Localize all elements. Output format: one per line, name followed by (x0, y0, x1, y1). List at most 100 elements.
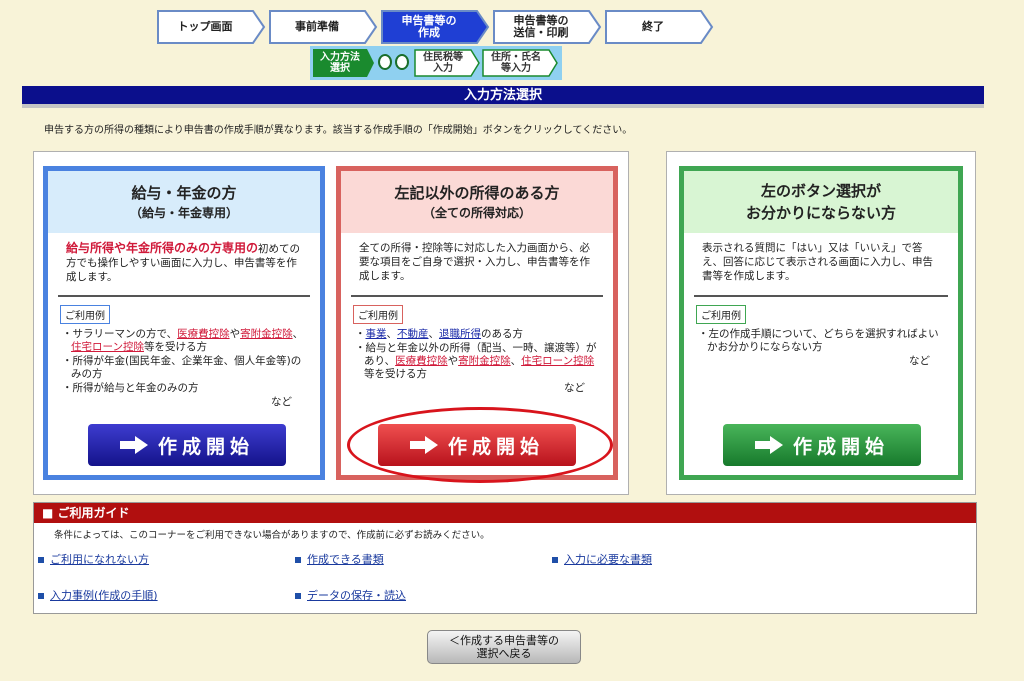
arrow-right-icon (754, 436, 783, 454)
list-text: 左の作成手順について、どちらを選択すればよいかお分かりにならない方 (707, 328, 939, 353)
step-label: 申告書等の 作成 (401, 14, 457, 39)
list-text: 、 (428, 328, 440, 340)
housing-loan-deduction-link[interactable]: 住宅ローン控除 (521, 355, 594, 367)
substep-address: 住所・氏名 等入力 (482, 49, 558, 77)
list-text: 、 (386, 328, 398, 340)
retirement-income-link[interactable]: 退職所得 (439, 328, 481, 340)
list-item: ・事業、不動産、退職所得のある方 (355, 328, 523, 340)
guide-link-item: 入力に必要な書類 (552, 551, 652, 567)
step-label: 終了 (642, 20, 664, 33)
card-subtitle: （給与・年金専用） (129, 206, 238, 220)
divider (351, 295, 603, 297)
arrow-right-icon (119, 436, 148, 454)
substep-label: 住民税等 入力 (423, 52, 463, 74)
bullet-square-icon (295, 593, 301, 599)
bullet-square-icon (552, 557, 558, 563)
button-label: 作成開始 (792, 435, 889, 458)
donation-deduction-link[interactable]: 寄附金控除 (240, 328, 293, 340)
list-text: 等を受ける方 (364, 368, 427, 380)
guide-link-item: 作成できる書類 (295, 551, 384, 567)
card-title: 左のボタン選択が (760, 182, 881, 200)
guide-link-required-docs[interactable]: 入力に必要な書類 (564, 553, 652, 566)
instruction-text: 申告する方の所得の種類により申告書の作成手順が異なります。該当する作成手順の「作… (44, 125, 633, 136)
list-text: 等を受ける方 (143, 341, 207, 353)
guide-link-item: データの保存・読込 (295, 587, 406, 603)
card-description: 給与所得や年金所得のみの方専用の初めての方でも操作しやすい画面に入力し、申告書等… (48, 233, 320, 295)
medical-deduction-link[interactable]: 医療費控除 (177, 328, 230, 340)
substep-label: 入力方法 選択 (320, 52, 360, 74)
guide-link-item: ご利用になれない方 (38, 551, 149, 567)
donation-deduction-link[interactable]: 寄附金控除 (458, 355, 511, 367)
card-description: 全ての所得・控除等に対応した入力画面から、必要な項目をご自身で選択・入力し、申告… (359, 242, 590, 282)
guide-title: ご利用ガイド (57, 506, 130, 520)
list-item: ・サラリーマンの方で、医療費控除や寄附金控除、住宅ローン控除等を受ける方 (62, 328, 304, 353)
list-text: や (229, 328, 241, 340)
card-title: 給与・年金の方 (131, 184, 237, 202)
guide-header: ■ ご利用ガイド (34, 503, 976, 523)
page-title-bar: 入力方法選択 (22, 86, 984, 108)
step-navigation: トップ画面 事前準備 申告書等の 作成 申告書等の 送信・印刷 終了 (157, 10, 717, 46)
step-label: トップ画面 (177, 20, 233, 33)
card-description-highlight: 給与所得や年金所得のみの方専用の (66, 241, 259, 255)
card-title: お分かりにならない方 (745, 204, 896, 222)
progress-dot-icon (378, 54, 392, 70)
step-top: トップ画面 (157, 10, 266, 44)
substep-navigation: 入力方法 選択 住民税等 入力 住所・氏名 等入力 (310, 46, 562, 80)
list-text: 所得が年金(国民年金、企業年金、個人年金等)のみの方 (71, 355, 302, 380)
divider (58, 295, 310, 297)
step-label: 申告書等の 送信・印刷 (513, 14, 569, 39)
list-text: 、 (292, 328, 304, 340)
card-header: 左記以外の所得のある方 （全ての所得対応） (341, 171, 613, 233)
guide-link-documents[interactable]: 作成できる書類 (307, 553, 384, 566)
usage-guide: ■ ご利用ガイド 条件によっては、このコーナーをご利用できない場合がありますので… (33, 502, 977, 614)
step-label: 事前準備 (295, 20, 339, 33)
progress-dot-icon (395, 54, 409, 70)
usage-list: ・左の作成手順について、どちらを選択すればよいかお分かりにならない方 など (684, 324, 958, 368)
bullet-square-icon (38, 557, 44, 563)
etc-text: など (564, 382, 585, 394)
etc-text: など (909, 355, 930, 367)
usage-list: ・サラリーマンの方で、医療費控除や寄附金控除、住宅ローン控除等を受ける方 ・所得… (48, 324, 320, 409)
guide-link-item: 入力事例(作成の手順) (38, 587, 158, 603)
card-subtitle: （全ての所得対応） (422, 206, 531, 220)
card-description: 表示される質問に「はい」又は「いいえ」で答え、回答に応じて表示される画面に入力し… (702, 242, 933, 282)
list-item: ・所得が年金(国民年金、企業年金、個人年金等)のみの方 (62, 355, 302, 380)
medical-deduction-link[interactable]: 医療費控除 (395, 355, 448, 367)
substep-resident-tax: 住民税等 入力 (414, 49, 480, 77)
guide-link-save-load[interactable]: データの保存・読込 (307, 589, 406, 602)
highlight-circle-annotation (347, 407, 613, 483)
card-header: 給与・年金の方 （給与・年金専用） (48, 171, 320, 233)
usage-example-label: ご利用例 (696, 305, 746, 324)
business-link[interactable]: 事業 (366, 328, 387, 340)
start-button-unsure[interactable]: 作成開始 (723, 424, 921, 466)
guide-link-examples[interactable]: 入力事例(作成の手順) (50, 589, 158, 602)
list-item: ・給与と年金以外の所得（配当、一時、譲渡等）があり、医療費控除や寄附金控除、住宅… (355, 342, 597, 380)
list-item: ・所得が給与と年金のみの方 (62, 382, 199, 394)
substep-input-method: 入力方法 選択 (313, 49, 375, 77)
guide-note: 条件によっては、このコーナーをご利用できない場合がありますので、作成前に必ずお読… (54, 530, 490, 541)
real-estate-link[interactable]: 不動産 (397, 328, 429, 340)
card-title: 左記以外の所得のある方 (394, 184, 560, 202)
page-title: 入力方法選択 (463, 88, 542, 103)
button-label: 作成開始 (157, 435, 254, 458)
start-button-salary[interactable]: 作成開始 (88, 424, 286, 466)
substep-label: 住所・氏名 等入力 (491, 52, 541, 74)
back-button[interactable]: ＜作成する申告書等の 選択へ戻る (427, 630, 581, 664)
divider (694, 295, 948, 297)
step-send-print: 申告書等の 送信・印刷 (493, 10, 602, 44)
list-text: 、 (510, 355, 522, 367)
usage-example-label: ご利用例 (353, 305, 403, 324)
list-text: のある方 (481, 328, 523, 340)
step-create: 申告書等の 作成 (381, 10, 490, 44)
list-text: や (447, 355, 459, 367)
list-text: 所得が給与と年金のみの方 (72, 382, 199, 394)
card-header: 左のボタン選択が お分かりにならない方 (684, 171, 958, 233)
guide-link-unavailable[interactable]: ご利用になれない方 (50, 553, 149, 566)
step-end: 終了 (605, 10, 714, 44)
step-prepare: 事前準備 (269, 10, 378, 44)
list-text: サラリーマンの方で、 (72, 328, 178, 340)
housing-loan-deduction-link[interactable]: 住宅ローン控除 (71, 341, 144, 353)
etc-text: など (271, 396, 292, 408)
bullet-square-icon (295, 557, 301, 563)
usage-list: ・事業、不動産、退職所得のある方 ・給与と年金以外の所得（配当、一時、譲渡等）が… (341, 324, 613, 395)
